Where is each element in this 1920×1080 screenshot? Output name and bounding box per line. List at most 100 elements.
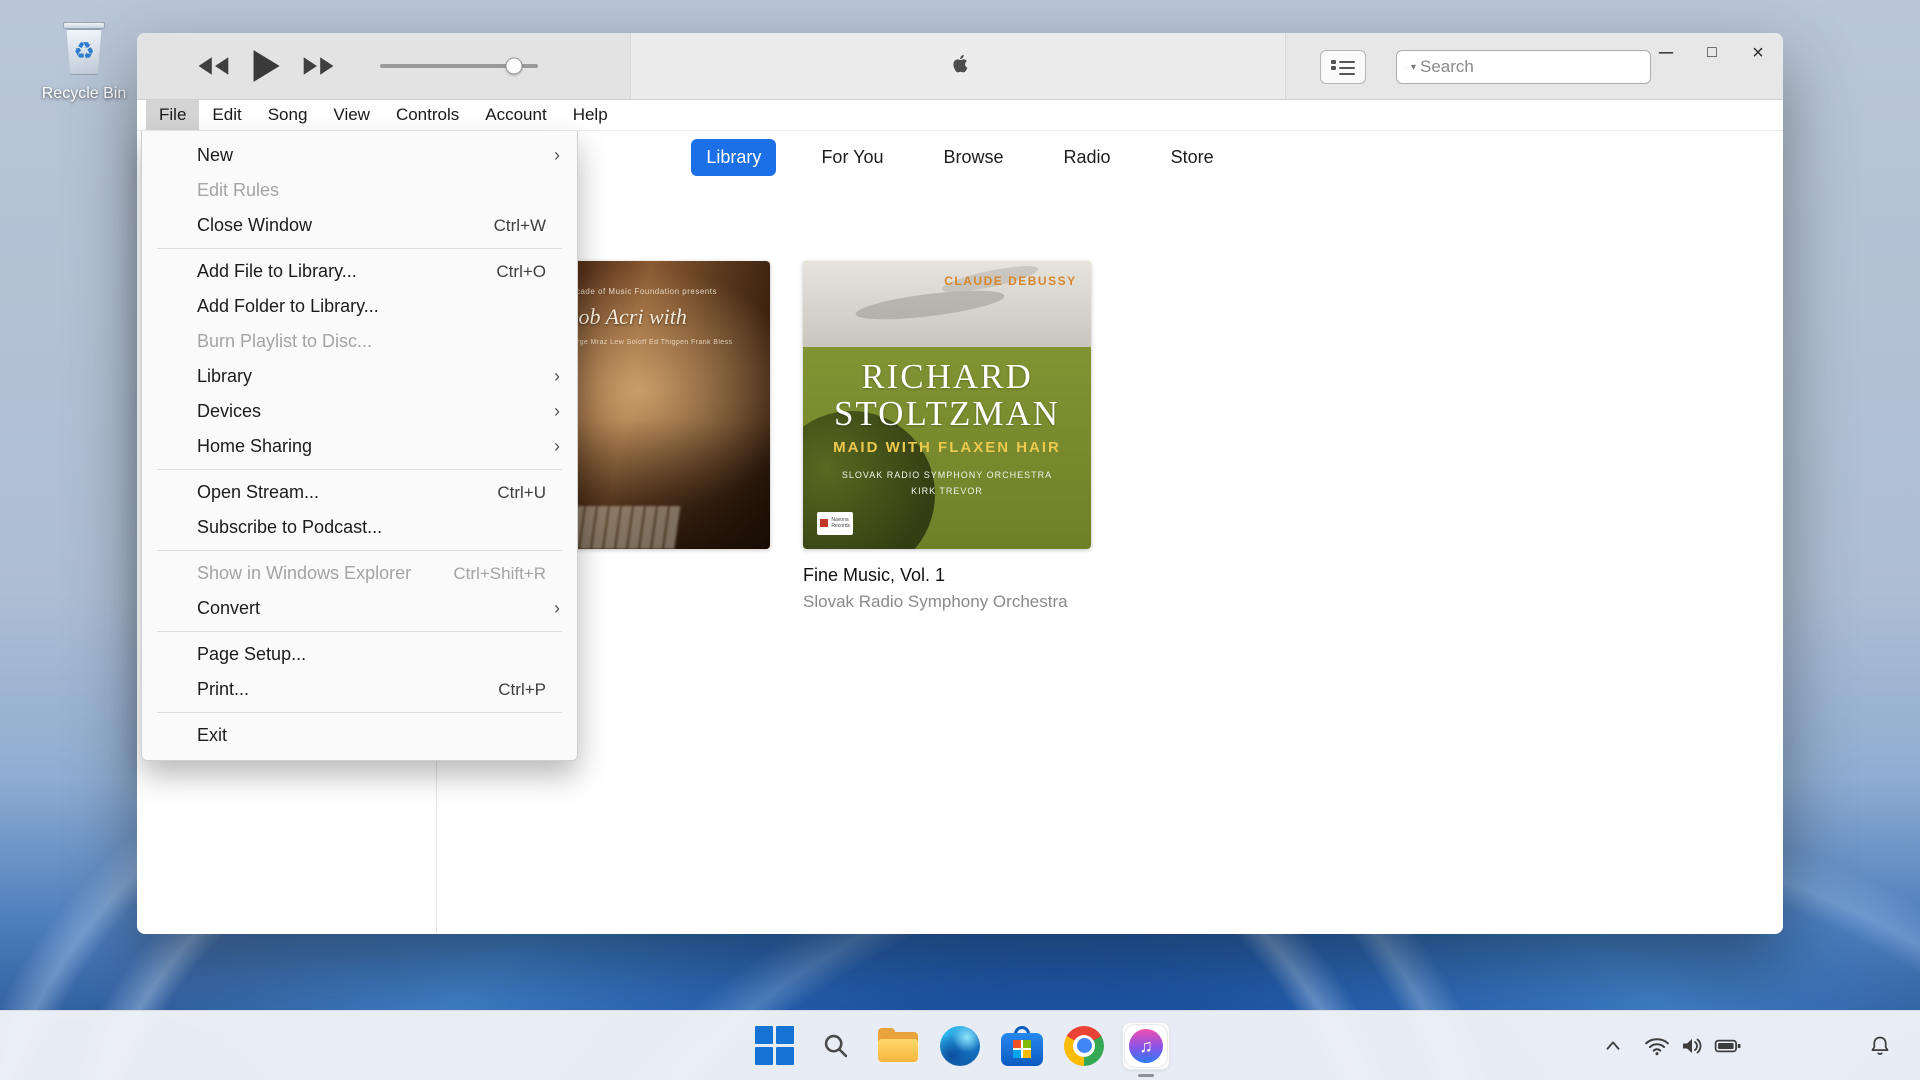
search-icon xyxy=(822,1032,850,1060)
folder-icon xyxy=(876,1028,920,1064)
volume-tray-icon[interactable] xyxy=(1680,1035,1704,1057)
taskbar-search-button[interactable] xyxy=(812,1022,860,1070)
search-input[interactable] xyxy=(1420,57,1641,77)
wifi-icon[interactable] xyxy=(1644,1035,1670,1057)
recycle-bin-icon[interactable]: ♻ Recycle Bin xyxy=(30,20,138,103)
album-caption: Fine Music, Vol. 1 Slovak Radio Symphony… xyxy=(803,565,1091,612)
menu-item-show-in-windows-explorer: Show in Windows Explorer Ctrl+Shift+R xyxy=(142,556,577,591)
menu-item-convert[interactable]: Convert › xyxy=(142,591,577,626)
active-app-indicator xyxy=(1138,1074,1154,1077)
start-button[interactable] xyxy=(750,1022,798,1070)
menu-separator xyxy=(157,712,562,713)
search-options-chevron-icon[interactable]: ▾ xyxy=(1411,62,1416,73)
cover-artist-line-1: RICHARD xyxy=(803,359,1091,396)
menu-item-exit[interactable]: Exit xyxy=(142,718,577,753)
album-title[interactable]: Fine Music, Vol. 1 xyxy=(803,565,1091,586)
menu-controls[interactable]: Controls xyxy=(383,100,472,130)
search-icon xyxy=(1406,60,1407,75)
spoon-detail xyxy=(854,285,1005,326)
window-controls: ─ □ × xyxy=(1655,41,1769,65)
menu-view[interactable]: View xyxy=(320,100,383,130)
trash-body: ♻ xyxy=(65,29,103,75)
trash-can-icon: ♻ xyxy=(57,20,111,80)
menu-item-home-sharing[interactable]: Home Sharing › xyxy=(142,429,577,464)
label-mark xyxy=(820,519,828,527)
menu-item-close-window[interactable]: Close Window Ctrl+W xyxy=(142,208,577,243)
taskbar-center-icons: ♫ xyxy=(750,1011,1170,1080)
itunes-button[interactable]: ♫ xyxy=(1122,1022,1170,1070)
submenu-chevron-icon: › xyxy=(554,436,560,457)
apple-logo-icon xyxy=(947,49,973,84)
tray-chevron-up-icon[interactable] xyxy=(1602,1035,1624,1057)
menu-separator xyxy=(157,631,562,632)
chrome-icon xyxy=(1064,1026,1104,1066)
volume-knob[interactable] xyxy=(506,58,523,75)
tab-library[interactable]: Library xyxy=(691,139,776,176)
notifications-bell-icon[interactable] xyxy=(1868,1034,1892,1058)
itunes-icon: ♫ xyxy=(1125,1025,1167,1067)
volume-track[interactable] xyxy=(380,64,538,68)
trash-lid xyxy=(63,22,105,29)
menu-separator xyxy=(157,248,562,249)
menu-item-library[interactable]: Library › xyxy=(142,359,577,394)
tab-radio[interactable]: Radio xyxy=(1049,139,1126,176)
menu-item-page-setup[interactable]: Page Setup... xyxy=(142,637,577,672)
play-button[interactable] xyxy=(251,49,281,83)
cover-text: RICHARD STOLTZMAN MAID WITH FLAXEN HAIR … xyxy=(803,359,1091,499)
menu-separator xyxy=(157,469,562,470)
volume-slider[interactable] xyxy=(380,33,538,99)
menu-item-burn-playlist: Burn Playlist to Disc... xyxy=(142,324,577,359)
cover-conductor: KIRK TREVOR xyxy=(803,484,1091,499)
tab-for-you[interactable]: For You xyxy=(806,139,898,176)
file-dropdown-menu: New › Edit Rules Close Window Ctrl+W Add… xyxy=(141,131,578,761)
recycle-bin-label: Recycle Bin xyxy=(30,85,138,103)
maximize-button[interactable]: □ xyxy=(1701,41,1723,65)
minimize-button[interactable]: ─ xyxy=(1655,41,1677,65)
microsoft-store-button[interactable] xyxy=(998,1022,1046,1070)
cover-artist-line-2: STOLTZMAN xyxy=(803,396,1091,433)
menu-file[interactable]: File xyxy=(146,100,199,130)
up-next-list-button[interactable] xyxy=(1320,50,1366,84)
fast-forward-button[interactable] xyxy=(301,55,335,77)
tab-store[interactable]: Store xyxy=(1156,139,1229,176)
windows-logo-icon xyxy=(755,1026,794,1065)
menu-item-subscribe-to-podcast[interactable]: Subscribe to Podcast... xyxy=(142,510,577,545)
file-explorer-button[interactable] xyxy=(874,1022,922,1070)
menu-item-add-file-to-library[interactable]: Add File to Library... Ctrl+O xyxy=(142,254,577,289)
menu-item-new[interactable]: New › xyxy=(142,138,577,173)
menu-song[interactable]: Song xyxy=(255,100,321,130)
tab-browse[interactable]: Browse xyxy=(929,139,1019,176)
menu-edit[interactable]: Edit xyxy=(199,100,254,130)
album-tile-fine-music[interactable]: CLAUDE DEBUSSY RICHARD STOLTZMAN MAID WI… xyxy=(803,261,1091,612)
menu-item-add-folder-to-library[interactable]: Add Folder to Library... xyxy=(142,289,577,324)
menu-help[interactable]: Help xyxy=(560,100,621,130)
taskbar: ♫ xyxy=(0,1010,1920,1080)
menu-item-devices[interactable]: Devices › xyxy=(142,394,577,429)
submenu-chevron-icon: › xyxy=(554,598,560,619)
submenu-chevron-icon: › xyxy=(554,366,560,387)
cover-orchestra: SLOVAK RADIO SYMPHONY ORCHESTRA xyxy=(803,468,1091,483)
cover-composer: CLAUDE DEBUSSY xyxy=(944,274,1076,288)
menu-item-open-stream[interactable]: Open Stream... Ctrl+U xyxy=(142,475,577,510)
menu-bar: File Edit Song View Controls Account Hel… xyxy=(137,100,1783,131)
record-label-logo: Navona Records xyxy=(817,512,853,535)
chrome-button[interactable] xyxy=(1060,1022,1108,1070)
recycle-symbol-icon: ♻ xyxy=(73,40,95,64)
menu-item-edit-rules: Edit Rules xyxy=(142,173,577,208)
toolbar: ▾ ─ □ × xyxy=(137,33,1783,100)
album-cover[interactable]: CLAUDE DEBUSSY RICHARD STOLTZMAN MAID WI… xyxy=(803,261,1091,549)
album-artist[interactable]: Slovak Radio Symphony Orchestra xyxy=(803,592,1091,612)
search-field[interactable]: ▾ xyxy=(1396,50,1651,84)
submenu-chevron-icon: › xyxy=(554,145,560,166)
music-note-icon: ♫ xyxy=(1139,1037,1153,1055)
close-button[interactable]: × xyxy=(1747,41,1769,65)
label-text: Navona Records xyxy=(831,517,850,529)
menu-account[interactable]: Account xyxy=(472,100,559,130)
store-bag-icon xyxy=(1001,1026,1043,1066)
edge-browser-button[interactable] xyxy=(936,1022,984,1070)
menu-item-print[interactable]: Print... Ctrl+P xyxy=(142,672,577,707)
cover-album-title: MAID WITH FLAXEN HAIR xyxy=(803,439,1091,456)
battery-icon[interactable] xyxy=(1714,1036,1742,1056)
itunes-window: ▾ ─ □ × File Edit Song View Controls Acc… xyxy=(137,33,1783,934)
rewind-button[interactable] xyxy=(197,55,231,77)
